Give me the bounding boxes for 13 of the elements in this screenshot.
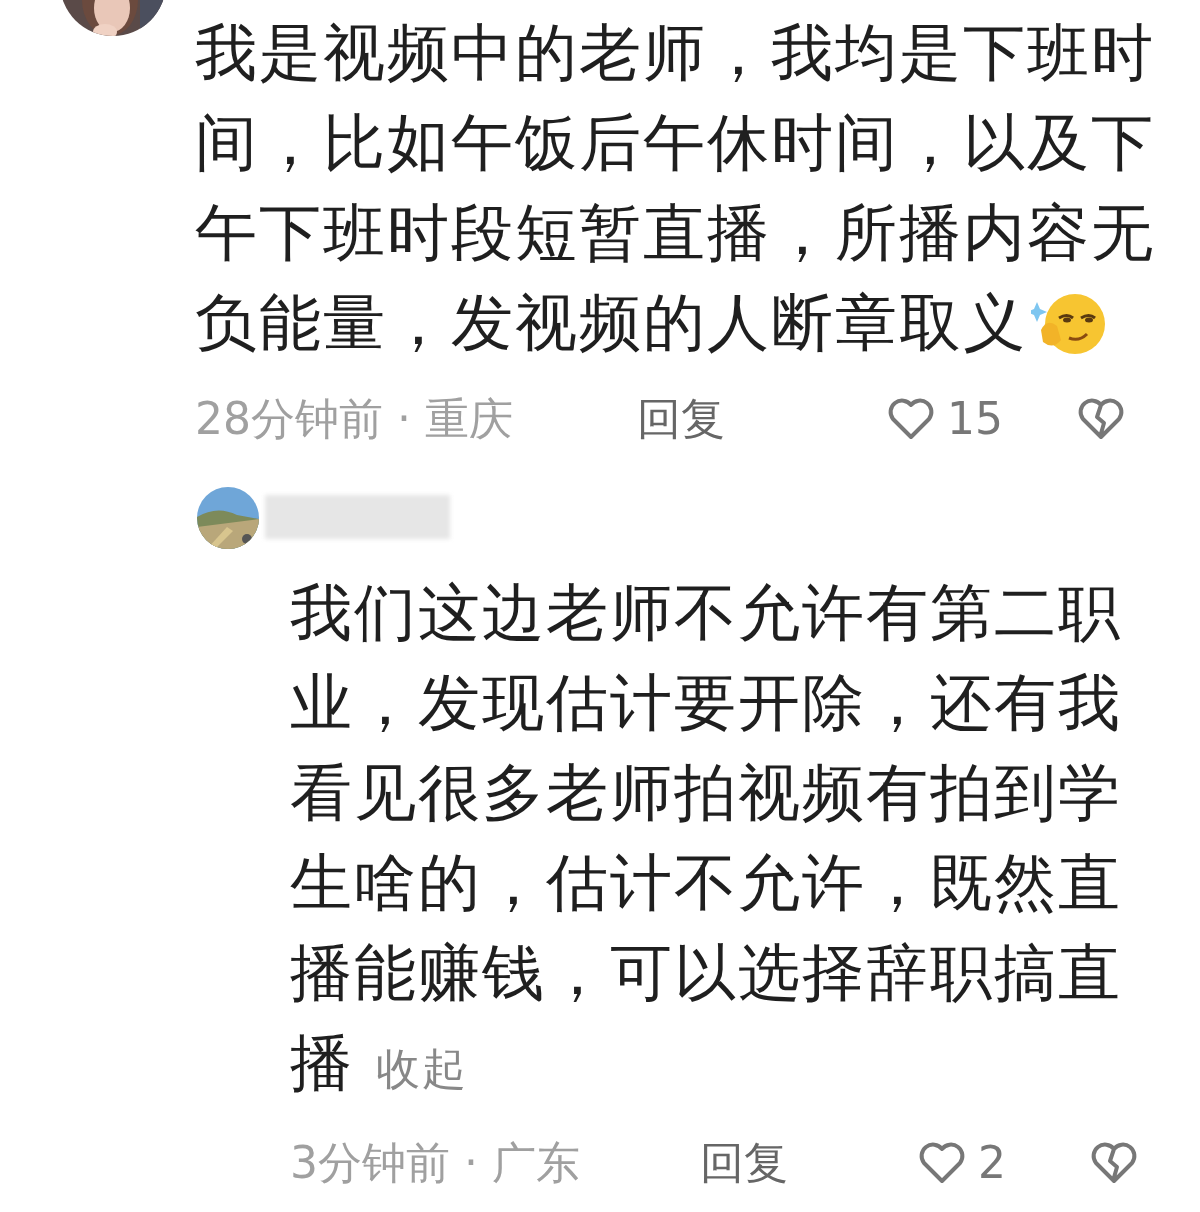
comment-text: 我是视频中的老师，我均是下班时间，比如午饭后午休时间，以及下午下班时段短暂直播，所播内容无负能量，发视频的人断章取义 [195,15,1156,361]
reply-link[interactable]: 回复 [700,1130,918,1196]
heart-icon[interactable] [918,1141,966,1185]
like-count: 15 [947,392,1004,446]
broken-heart-icon[interactable] [1090,1141,1138,1185]
timestamp-location: 3分钟前 · 广东 [290,1136,581,1190]
reply-link[interactable]: 回复 [637,386,887,452]
heart-icon[interactable] [887,397,935,441]
broken-heart-icon[interactable] [1077,397,1125,441]
timestamp-location: 28分钟前 · 重庆 [195,392,514,446]
reply-text: 我们这边老师不允许有第二职业，发现估计要开除，还有我看见很多老师拍视频有拍到学生啥的，估计不允许，既然直播能赚钱，可以选择辞职搞直播 收起 [290,575,1123,1101]
like-count: 2 [978,1136,1007,1190]
collapse-link[interactable]: 收起 [375,1043,468,1094]
